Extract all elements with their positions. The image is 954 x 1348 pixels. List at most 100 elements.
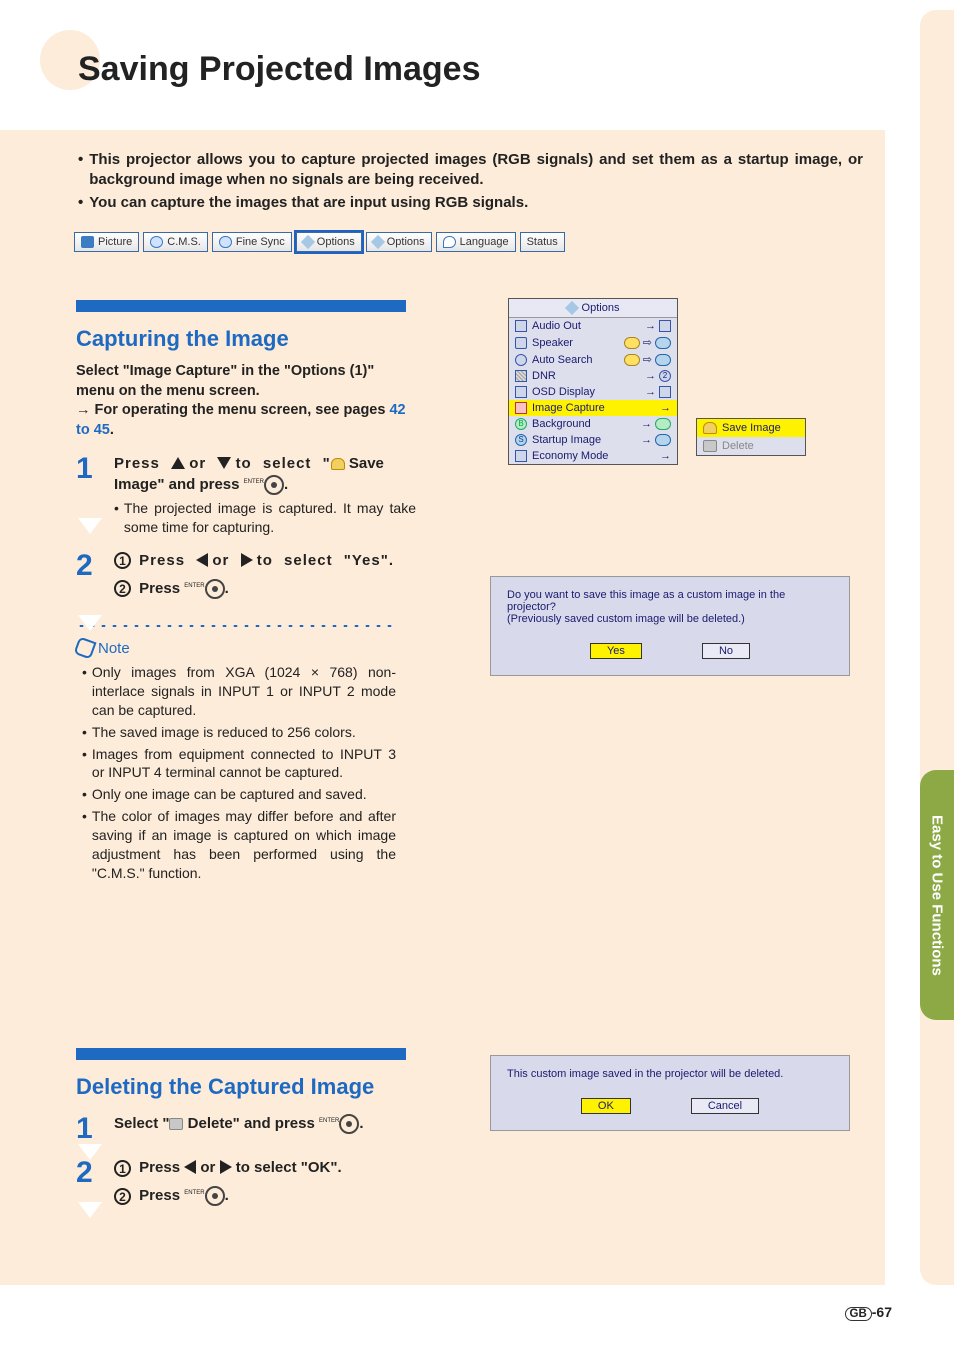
dialog-ok-button[interactable]: OK — [581, 1098, 631, 1114]
tab-status[interactable]: Status — [520, 232, 565, 252]
options-icon — [301, 235, 315, 249]
tab-picture[interactable]: Picture — [74, 232, 139, 252]
arrow-icon: → — [660, 450, 671, 462]
tab-finesync[interactable]: Fine Sync — [212, 232, 292, 252]
step-2: 2 1 Press or to select "Yes". 2 Press EN… — [76, 551, 416, 600]
osd-row-economy-mode[interactable]: Economy Mode→ — [509, 448, 677, 464]
intro-bullet-text: This projector allows you to capture pro… — [89, 150, 863, 191]
osd-row-background[interactable]: BBackground→ — [509, 416, 677, 432]
submenu-delete[interactable]: Delete — [697, 437, 805, 455]
step-arrow-icon — [78, 615, 102, 631]
osd-title: Options — [582, 302, 620, 314]
dialog-cancel-button[interactable]: Cancel — [691, 1098, 759, 1114]
section-bar — [76, 300, 406, 312]
dialog-yes-button[interactable]: Yes — [590, 643, 642, 659]
down-arrow-icon — [217, 457, 231, 469]
osd-row-osd-display[interactable]: OSD Display→ — [509, 384, 677, 400]
step-arrow-icon — [78, 1202, 102, 1218]
arrow-icon: → — [641, 434, 652, 446]
enter-label: ENTER — [319, 1118, 339, 1124]
delete-icon — [703, 440, 717, 452]
dialog-save-confirm: Do you want to save this image as a cust… — [490, 576, 850, 676]
text: Press — [114, 455, 171, 472]
osd-row-image-capture[interactable]: Image Capture→ — [509, 400, 677, 416]
osd-row-dnr[interactable]: DNR→2 — [509, 368, 677, 384]
tab-label: Language — [460, 236, 509, 248]
value-icon: 2 — [659, 370, 671, 382]
section-lead: Select "Image Capture" in the "Options (… — [76, 362, 416, 440]
osd-row-startup-image[interactable]: SStartup Image→ — [509, 432, 677, 448]
substep-2-icon: 2 — [114, 580, 131, 597]
text: Press — [139, 552, 196, 569]
speaker-icon — [515, 337, 527, 349]
enter-button-icon — [205, 579, 225, 599]
osd-row-speaker[interactable]: Speaker⇨ — [509, 334, 677, 351]
note-item: •The saved image is reduced to 256 color… — [82, 723, 396, 742]
dialog-delete-confirm: This custom image saved in the projector… — [490, 1055, 850, 1131]
lead-period: . — [110, 422, 114, 438]
enter-button-icon — [205, 1186, 225, 1206]
tab-label: Picture — [98, 236, 132, 248]
audio-out-icon — [515, 320, 527, 332]
bullet-icon: • — [78, 193, 83, 213]
text: to select "OK". — [236, 1159, 342, 1176]
tab-label: Status — [527, 236, 558, 248]
auto-search-icon — [515, 354, 527, 366]
step-body: Press or to select " Save Image" and pre… — [114, 454, 416, 536]
text: Press — [139, 1159, 184, 1176]
note-item: •Images from equipment connected to INPU… — [82, 745, 396, 783]
lead-part1: Select "Image Capture" in the "Options (… — [76, 363, 374, 399]
text: or — [200, 1159, 219, 1176]
delete-icon — [169, 1118, 183, 1130]
note-label: Note — [98, 640, 130, 657]
enter-button-icon — [264, 475, 284, 495]
tab-language[interactable]: Language — [436, 232, 516, 252]
right-arrow-icon — [220, 1160, 232, 1174]
value-icon — [659, 320, 671, 332]
finesync-icon — [219, 236, 232, 248]
dialog-text: (Previously saved custom image will be d… — [507, 613, 833, 625]
step-arrow-icon — [78, 518, 102, 534]
tab-options-1[interactable]: Options — [296, 232, 362, 252]
substep-1-icon: 1 — [114, 1160, 131, 1177]
value-icon — [655, 337, 671, 349]
note-list: •Only images from XGA (1024 × 768) non-i… — [76, 663, 396, 883]
up-arrow-icon — [171, 457, 185, 469]
left-arrow-icon — [184, 1160, 196, 1174]
intro-bullet: • This projector allows you to capture p… — [78, 150, 863, 191]
arrow-icon: → — [76, 402, 95, 418]
value-icon — [655, 354, 671, 366]
intro-text: • This projector allows you to capture p… — [78, 150, 863, 215]
note-icon — [73, 636, 96, 659]
enter-label: ENTER — [184, 1190, 204, 1196]
cms-icon — [150, 236, 163, 248]
osd-row-audio-out[interactable]: Audio Out→ — [509, 318, 677, 334]
arrow-icon: ⇨ — [643, 353, 652, 366]
arrow-icon: → — [645, 320, 656, 332]
text: The projected image is captured. It may … — [124, 499, 416, 537]
save-image-icon — [703, 422, 717, 434]
note-heading: Note — [76, 639, 416, 657]
osd-options-panel: Options Audio Out→ Speaker⇨ Auto Search⇨… — [508, 298, 678, 465]
arrow-icon: → — [645, 386, 656, 398]
arrow-icon: ⇨ — [643, 336, 652, 349]
dialog-no-button[interactable]: No — [702, 643, 750, 659]
submenu-save-image[interactable]: Save Image — [697, 419, 805, 437]
bullet-icon: • — [78, 150, 83, 191]
osd-row-auto-search[interactable]: Auto Search⇨ — [509, 351, 677, 368]
step-number: 2 — [76, 551, 106, 581]
step-body: Select " Delete" and press ENTER. — [114, 1114, 416, 1134]
tab-cms[interactable]: C.M.S. — [143, 232, 208, 252]
picture-icon — [81, 236, 94, 248]
enter-label: ENTER — [244, 479, 264, 485]
step-1: 1 Select " Delete" and press ENTER. — [76, 1114, 416, 1144]
section-deleting: Deleting the Captured Image 1 Select " D… — [76, 1048, 416, 1207]
section-bar — [76, 1048, 406, 1060]
note-item: •Only one image can be captured and save… — [82, 785, 396, 804]
tab-options-2[interactable]: Options — [366, 232, 432, 252]
tab-label: Options — [387, 236, 425, 248]
startup-image-icon: S — [515, 434, 527, 446]
osd-header: Options — [509, 299, 677, 318]
step-body: 1 Press or to select "Yes". 2 Press ENTE… — [114, 551, 416, 600]
region-badge: GB — [845, 1307, 872, 1321]
